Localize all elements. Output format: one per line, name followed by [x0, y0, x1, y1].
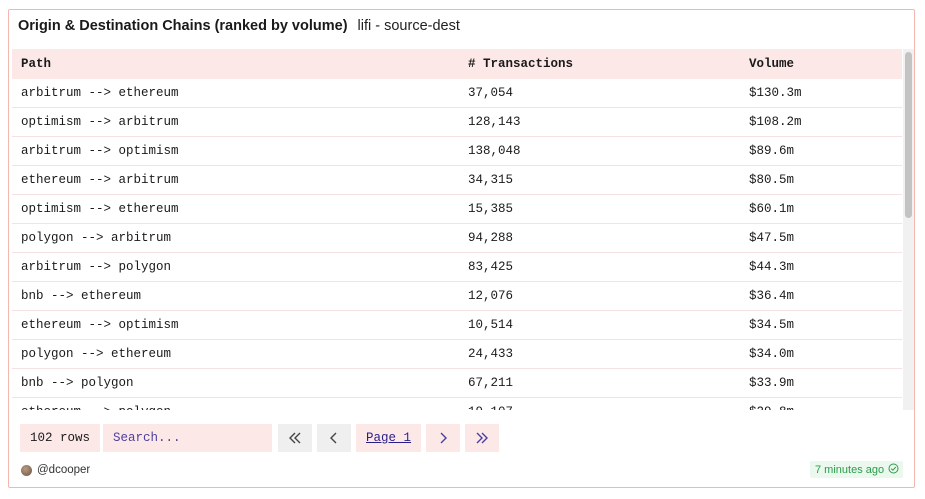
table-row: arbitrum --> optimism 138,048 $89.6m — [12, 136, 902, 166]
author-info[interactable]: @dcooper — [21, 464, 90, 476]
cell-transactions: 10,514 — [459, 310, 740, 340]
cell-path: optimism --> ethereum — [12, 194, 459, 224]
pagination-bar: 102 rows Page 1 — [20, 424, 500, 452]
table-row: polygon --> ethereum 24,433 $34.0m — [12, 339, 902, 369]
cell-volume: $44.3m — [740, 252, 902, 282]
cell-path: bnb --> ethereum — [12, 281, 459, 311]
row-count: 102 rows — [20, 424, 101, 452]
cell-volume: $47.5m — [740, 223, 902, 253]
results-table-container: Path # Transactions Volume arbitrum --> … — [12, 49, 902, 410]
cell-volume: $60.1m — [740, 194, 902, 224]
card-header: Origin & Destination Chains (ranked by v… — [18, 18, 460, 38]
table-row: ethereum --> polygon19,107$29.8m — [12, 397, 902, 410]
check-circle-icon — [888, 461, 899, 479]
chevron-left-icon — [329, 432, 339, 444]
cell-path: ethereum --> optimism — [12, 310, 459, 340]
table-row: arbitrum --> ethereum 37,054 $130.3m — [12, 79, 902, 108]
table-row: bnb --> polygon 67,211 $33.9m — [12, 368, 902, 398]
cell-transactions: 34,315 — [459, 165, 740, 195]
avatar — [21, 464, 32, 476]
cell-transactions: 138,048 — [459, 136, 740, 166]
cell-path: arbitrum --> optimism — [12, 136, 459, 166]
query-card: Origin & Destination Chains (ranked by v… — [8, 9, 915, 488]
cell-path: polygon --> ethereum — [12, 339, 459, 369]
cell-transactions: 94,288 — [459, 223, 740, 253]
cell-volume: $80.5m — [740, 165, 902, 195]
cell-transactions: 128,143 — [459, 107, 740, 137]
cell-path: bnb --> polygon — [12, 368, 459, 398]
cell-volume: $108.2m — [740, 107, 902, 137]
cell-path: arbitrum --> polygon — [12, 252, 459, 282]
table-header-row: Path # Transactions Volume — [12, 49, 902, 79]
table-scrollbar[interactable] — [903, 49, 914, 410]
cell-volume: $36.4m — [740, 281, 902, 311]
scrollbar-thumb[interactable] — [905, 52, 912, 218]
previous-page-button[interactable] — [317, 424, 352, 452]
cell-transactions: 24,433 — [459, 339, 740, 369]
first-page-button[interactable] — [278, 424, 313, 452]
table-row: optimism --> arbitrum 128,143 $108.2m — [12, 107, 902, 137]
column-header-transactions[interactable]: # Transactions — [459, 49, 740, 79]
updated-badge: 7 minutes ago — [810, 461, 904, 479]
cell-volume: $130.3m — [740, 79, 902, 108]
cell-path: ethereum --> arbitrum — [12, 165, 459, 195]
last-page-button[interactable] — [465, 424, 500, 452]
page-indicator[interactable]: Page 1 — [356, 424, 422, 452]
cell-path: arbitrum --> ethereum — [12, 79, 459, 108]
cell-volume: $29.8m — [740, 397, 902, 410]
next-page-button[interactable] — [426, 424, 461, 452]
table-row: arbitrum --> polygon 83,425 $44.3m — [12, 252, 902, 282]
card-subtitle[interactable]: lifi - source-dest — [358, 18, 460, 34]
cell-transactions: 37,054 — [459, 79, 740, 108]
column-header-path[interactable]: Path — [12, 49, 459, 79]
cell-volume: $33.9m — [740, 368, 902, 398]
cell-transactions: 67,211 — [459, 368, 740, 398]
card-title[interactable]: Origin & Destination Chains (ranked by v… — [18, 18, 348, 34]
cell-path: ethereum --> polygon — [12, 397, 459, 410]
cell-volume: $34.5m — [740, 310, 902, 340]
cell-transactions: 15,385 — [459, 194, 740, 224]
cell-path: optimism --> arbitrum — [12, 107, 459, 137]
cell-transactions: 12,076 — [459, 281, 740, 311]
cell-transactions: 83,425 — [459, 252, 740, 282]
table-row: optimism --> ethereum 15,385 $60.1m — [12, 194, 902, 224]
chevron-right-icon — [438, 432, 448, 444]
table-row: bnb --> ethereum 12,076 $36.4m — [12, 281, 902, 311]
author-name[interactable]: @dcooper — [37, 464, 90, 476]
search-input[interactable] — [103, 424, 273, 452]
cell-path: polygon --> arbitrum — [12, 223, 459, 253]
table-row: ethereum --> arbitrum 34,315 $80.5m — [12, 165, 902, 195]
cell-volume: $34.0m — [740, 339, 902, 369]
updated-time: 7 minutes ago — [815, 463, 885, 476]
double-chevron-right-icon — [475, 432, 489, 444]
double-chevron-left-icon — [288, 432, 302, 444]
table-row: polygon --> arbitrum 94,288 $47.5m — [12, 223, 902, 253]
cell-transactions: 19,107 — [459, 397, 740, 410]
results-table: Path # Transactions Volume arbitrum --> … — [12, 49, 902, 410]
column-header-volume[interactable]: Volume — [740, 49, 902, 79]
cell-volume: $89.6m — [740, 136, 902, 166]
table-row: ethereum --> optimism 10,514 $34.5m — [12, 310, 902, 340]
